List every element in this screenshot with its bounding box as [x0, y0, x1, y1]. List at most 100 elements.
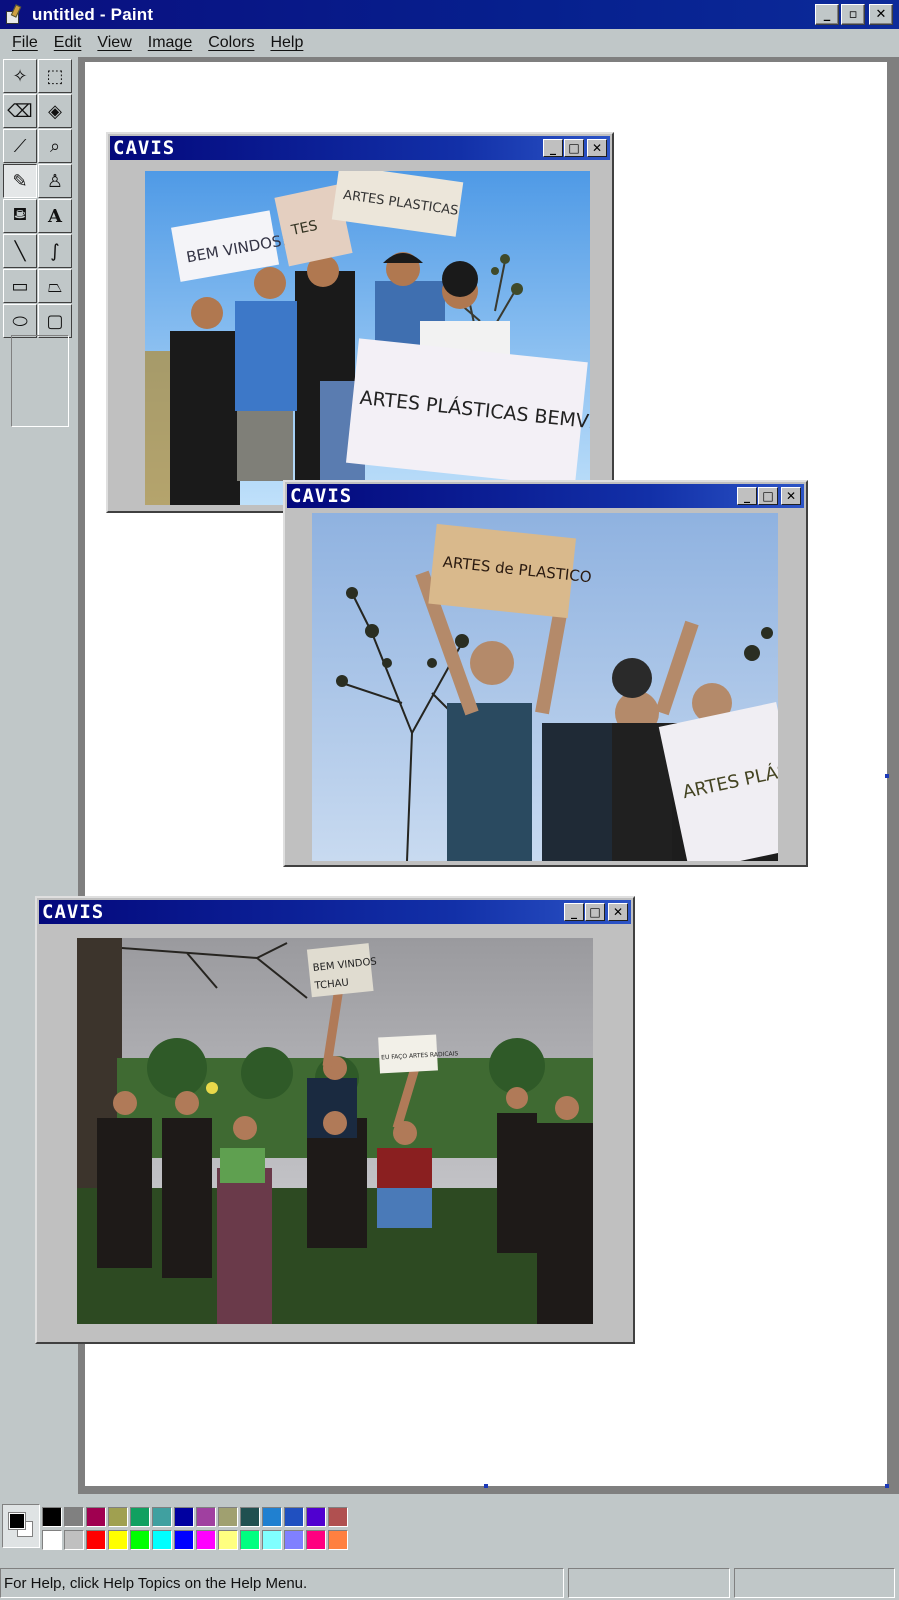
menu-colors[interactable]: Colors	[200, 34, 262, 52]
tool-options-panel[interactable]	[11, 335, 69, 427]
cavis-1-close-button[interactable]: ✕	[587, 139, 607, 157]
cavis-3-maximize-button[interactable]: □	[585, 903, 605, 921]
status-selection-size	[734, 1568, 895, 1598]
rectangle-icon: ▭	[11, 275, 29, 297]
menu-image[interactable]: Image	[140, 34, 200, 52]
free-form-select-icon: ✧	[12, 65, 28, 87]
eraser-tool[interactable]: ⌫	[3, 94, 37, 128]
color-swatch[interactable]	[174, 1530, 194, 1550]
color-swatch[interactable]	[240, 1530, 260, 1550]
fill-icon: ◈	[48, 100, 62, 122]
airbrush-tool[interactable]: ⛾	[3, 199, 37, 233]
rect-select-icon: ⬚	[46, 65, 64, 87]
cavis-1-maximize-button[interactable]: □	[564, 139, 584, 157]
ellipse-tool[interactable]: ⬭	[3, 304, 37, 338]
color-swatch[interactable]	[262, 1530, 282, 1550]
resize-handle-corner[interactable]	[885, 1484, 889, 1488]
color-swatch[interactable]	[328, 1530, 348, 1550]
polygon-icon: ⏢	[47, 275, 63, 297]
eraser-icon: ⌫	[7, 100, 33, 122]
rectangle-tool[interactable]: ▭	[3, 269, 37, 303]
brush-tool[interactable]: ♙	[38, 164, 72, 198]
pencil-icon: ✎	[12, 170, 28, 192]
color-swatch[interactable]	[262, 1507, 282, 1527]
color-swatch[interactable]	[108, 1507, 128, 1527]
color-swatch[interactable]	[130, 1530, 150, 1550]
window-title: untitled - Paint	[32, 4, 154, 24]
cavis-window-3-title: CAVIS	[42, 901, 105, 923]
pick-color-tool[interactable]: ⟋	[3, 129, 37, 163]
foreground-color-swatch	[8, 1512, 26, 1530]
cavis-3-minimize-button[interactable]: _	[564, 903, 584, 921]
fill-tool[interactable]: ◈	[38, 94, 72, 128]
cavis-3-close-button[interactable]: ✕	[608, 903, 628, 921]
pencil-tool[interactable]: ✎	[3, 164, 37, 198]
cavis-window-1-titlebar[interactable]: CAVIS _ □ ✕	[110, 136, 610, 160]
airbrush-icon: ⛾	[12, 204, 28, 225]
cavis-2-maximize-button[interactable]: □	[758, 487, 778, 505]
menu-bar: File Edit View Image Colors Help	[0, 29, 899, 57]
magnifier-tool[interactable]: ⌕	[38, 129, 72, 163]
color-swatch[interactable]	[328, 1507, 348, 1527]
free-form-select-tool[interactable]: ✧	[3, 59, 37, 93]
polygon-tool[interactable]: ⏢	[38, 269, 72, 303]
text-icon: A	[48, 205, 62, 227]
color-swatch[interactable]	[284, 1507, 304, 1527]
cavis-window-1-title: CAVIS	[113, 137, 176, 159]
current-colors[interactable]	[2, 1504, 40, 1548]
cavis-window-1[interactable]: CAVIS _ □ ✕ BEM VINDOS! TES ARTES PLASTI…	[106, 132, 614, 513]
menu-edit[interactable]: Edit	[46, 34, 90, 52]
curve-tool[interactable]: ∫	[38, 234, 72, 268]
line-tool[interactable]: ╲	[3, 234, 37, 268]
cavis-2-minimize-button[interactable]: _	[737, 487, 757, 505]
tool-grid: ✧ ⬚ ⌫ ◈ ⟋ ⌕ ✎ ♙ ⛾ A ╲ ∫ ▭ ⏢ ⬭ ▢	[3, 59, 72, 338]
palette-swatches	[42, 1507, 348, 1550]
color-swatch[interactable]	[174, 1507, 194, 1527]
paint-app-icon[interactable]	[4, 3, 26, 26]
rect-select-tool[interactable]: ⬚	[38, 59, 72, 93]
color-swatch[interactable]	[196, 1507, 216, 1527]
menu-help[interactable]: Help	[262, 34, 311, 52]
color-swatch[interactable]	[86, 1507, 106, 1527]
ellipse-icon: ⬭	[12, 310, 28, 332]
color-swatch[interactable]	[64, 1530, 84, 1550]
color-swatch[interactable]	[152, 1530, 172, 1550]
cavis-2-close-button[interactable]: ✕	[781, 487, 801, 505]
restore-button[interactable]: ▫	[841, 4, 865, 25]
color-swatch[interactable]	[42, 1507, 62, 1527]
color-swatch[interactable]	[284, 1530, 304, 1550]
color-swatch[interactable]	[108, 1530, 128, 1550]
menu-file[interactable]: File	[4, 34, 46, 52]
color-palette	[0, 1494, 899, 1552]
minimize-button[interactable]: _	[815, 4, 839, 25]
color-swatch[interactable]	[64, 1507, 84, 1527]
color-swatch[interactable]	[306, 1507, 326, 1527]
pick-color-icon: ⟋	[13, 135, 27, 157]
color-swatch[interactable]	[196, 1530, 216, 1550]
color-swatch[interactable]	[152, 1507, 172, 1527]
resize-handle-right[interactable]	[885, 774, 889, 778]
resize-handle-bottom[interactable]	[484, 1484, 488, 1488]
cavis-window-3-titlebar[interactable]: CAVIS _ □ ✕	[39, 900, 631, 924]
color-swatch[interactable]	[130, 1507, 150, 1527]
color-swatch[interactable]	[218, 1530, 238, 1550]
rounded-rect-tool[interactable]: ▢	[38, 304, 72, 338]
close-button[interactable]: ✕	[869, 4, 893, 25]
magnifier-icon: ⌕	[49, 135, 61, 157]
cavis-window-2-title: CAVIS	[290, 485, 353, 507]
text-tool[interactable]: A	[38, 199, 72, 233]
color-swatch[interactable]	[306, 1530, 326, 1550]
color-swatch[interactable]	[240, 1507, 260, 1527]
status-help-text: For Help, click Help Topics on the Help …	[0, 1568, 564, 1598]
line-icon: ╲	[14, 240, 26, 262]
color-swatch[interactable]	[42, 1530, 62, 1550]
protest-photo-3: BEM VINDOS TCHAU EU FAÇO ARTES RADICAIS	[77, 938, 593, 1324]
protest-photo-1: BEM VINDOS! TES ARTES PLASTICAS ARTES PL…	[145, 171, 590, 505]
color-swatch[interactable]	[86, 1530, 106, 1550]
cavis-window-2-titlebar[interactable]: CAVIS _ □ ✕	[287, 484, 804, 508]
menu-view[interactable]: View	[89, 34, 139, 52]
color-swatch[interactable]	[218, 1507, 238, 1527]
cavis-1-minimize-button[interactable]: _	[543, 139, 563, 157]
cavis-window-3[interactable]: CAVIS _ □ ✕ BEM VINDOS TCHAU EU FAÇO ART…	[35, 896, 635, 1344]
cavis-window-2[interactable]: CAVIS _ □ ✕ ARTES de PLASTICO ARTES PLÁS	[283, 480, 808, 867]
